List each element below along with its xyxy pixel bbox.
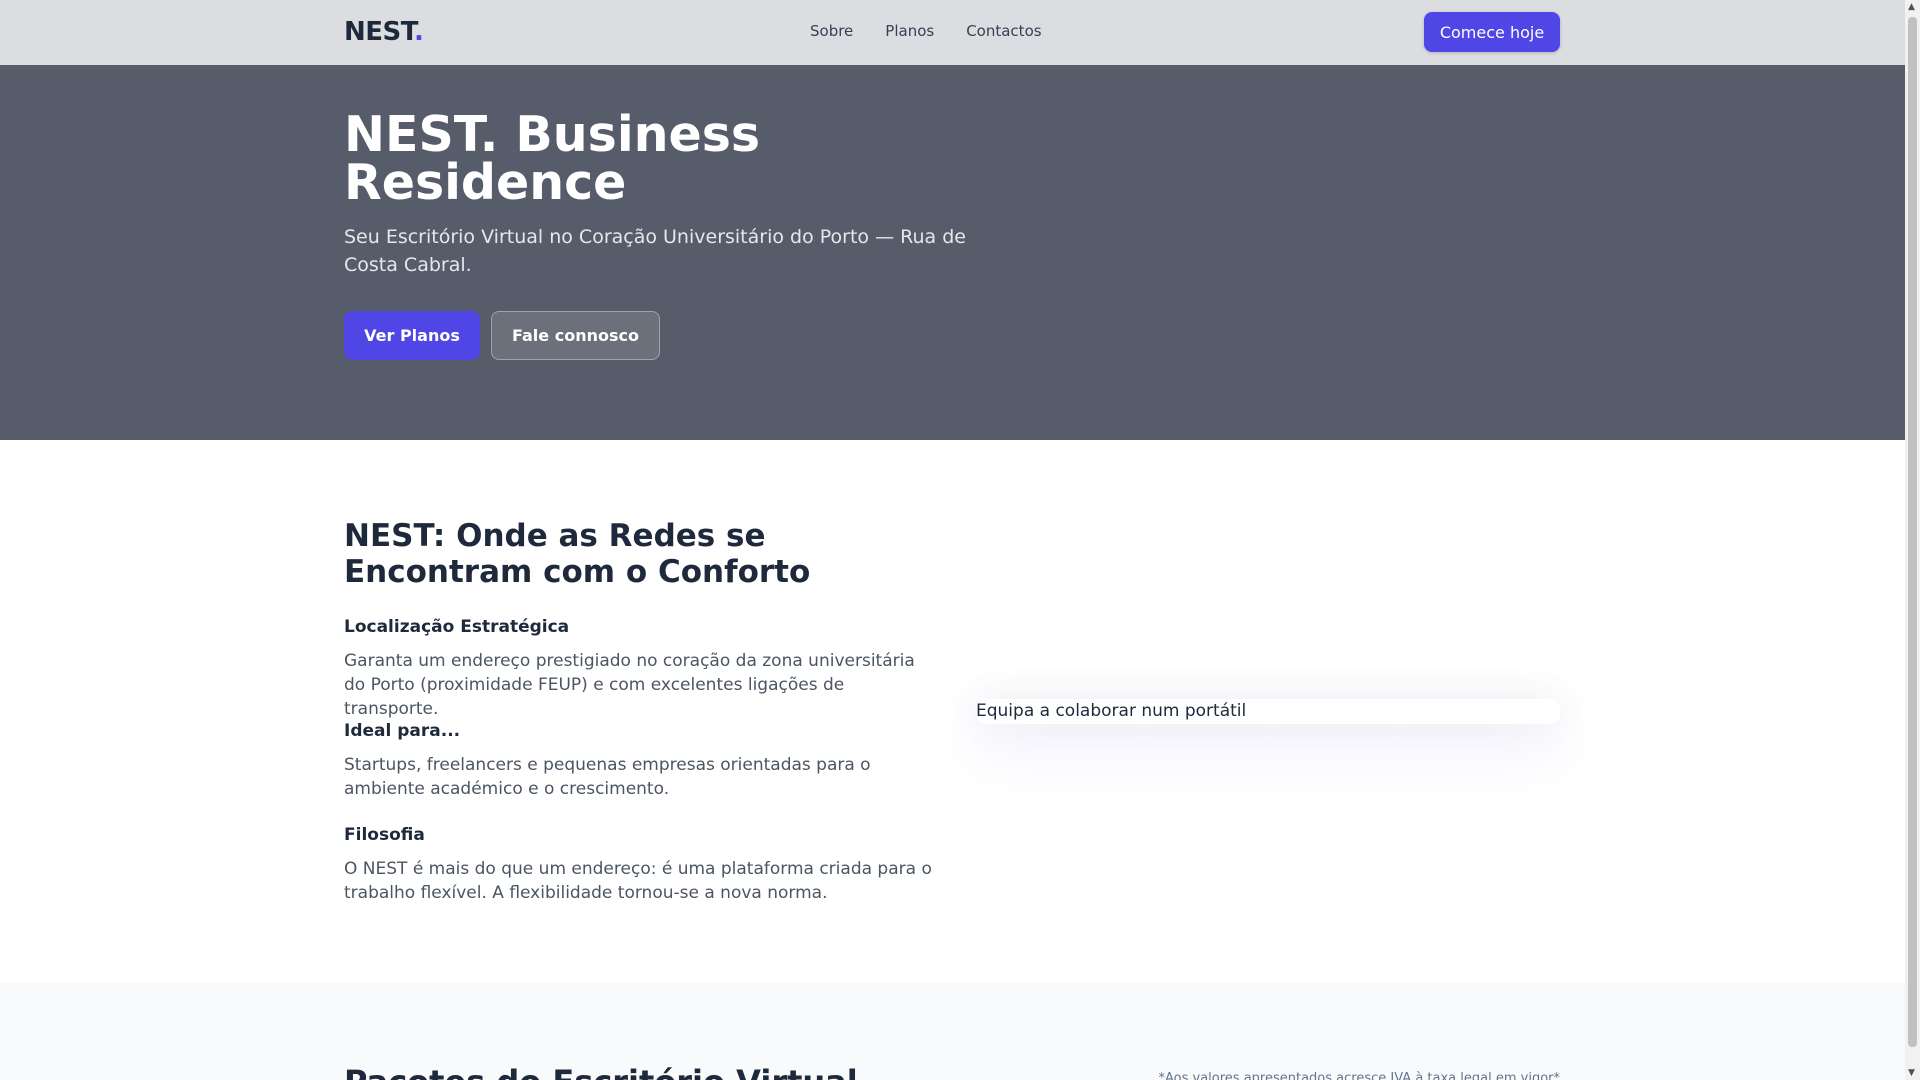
scrollbar-thumb[interactable] <box>1908 17 1917 1047</box>
nav-planos[interactable]: Planos <box>885 22 934 40</box>
nav-contactos[interactable]: Contactos <box>966 22 1041 40</box>
hero-section: NEST. Business Residence Seu Escritório … <box>0 65 1905 440</box>
logo-dot: . <box>414 17 424 47</box>
packages-title: Pacotes do Escritório Virtual <box>344 1063 858 1080</box>
feature-title: Localização Estratégica <box>344 617 570 637</box>
view-plans-button[interactable]: Ver Planos <box>344 311 480 360</box>
about-section: NEST: Onde as Redes se Encontram com o C… <box>0 440 1905 983</box>
team-image-broken: Equipa a colaborar num portátil <box>976 699 1560 724</box>
about-title: NEST: Onde as Redes se Encontram com o C… <box>344 518 811 590</box>
scrollbar[interactable]: ▲ ▼ <box>1905 0 1920 1080</box>
image-alt-text: Equipa a colaborar num portátil <box>976 701 1247 721</box>
feature-text: Garanta um endereço prestigiado no coraç… <box>344 651 915 719</box>
logo-text: NEST <box>344 17 415 47</box>
scroll-up-icon[interactable]: ▲ <box>1908 2 1915 12</box>
main-nav: Sobre Planos Contactos <box>810 22 1042 40</box>
site-header: NEST. Sobre Planos Contactos Comece hoje <box>0 0 1905 65</box>
contact-us-button[interactable]: Fale connosco <box>491 311 660 360</box>
logo[interactable]: NEST. <box>344 17 424 47</box>
scroll-down-icon[interactable]: ▼ <box>1908 1068 1915 1078</box>
feature-title: Ideal para... <box>344 721 461 741</box>
nav-sobre[interactable]: Sobre <box>810 22 853 40</box>
feature-ideal: Ideal para... Startups, freelancers e peq… <box>344 721 934 801</box>
vat-note: *Aos valores apresentados acresce IVA à … <box>1158 1071 1561 1080</box>
packages-section: Pacotes do Escritório Virtual *Aos valor… <box>0 983 1905 1080</box>
feature-philosophy: Filosofia O NEST é mais do que um endereç… <box>344 825 934 905</box>
feature-text: Startups, freelancers e pequenas empresa… <box>344 755 871 799</box>
feature-text: O NEST é mais do que um endereço: é uma … <box>344 859 932 903</box>
hero-title: NEST. Business Residence <box>344 106 761 211</box>
start-today-button[interactable]: Comece hoje <box>1424 12 1560 52</box>
hero-subtitle: Seu Escritório Virtual no Coração Univer… <box>344 226 966 276</box>
feature-title: Filosofia <box>344 825 425 845</box>
feature-location: Localização Estratégica Garanta um endere… <box>344 617 934 721</box>
